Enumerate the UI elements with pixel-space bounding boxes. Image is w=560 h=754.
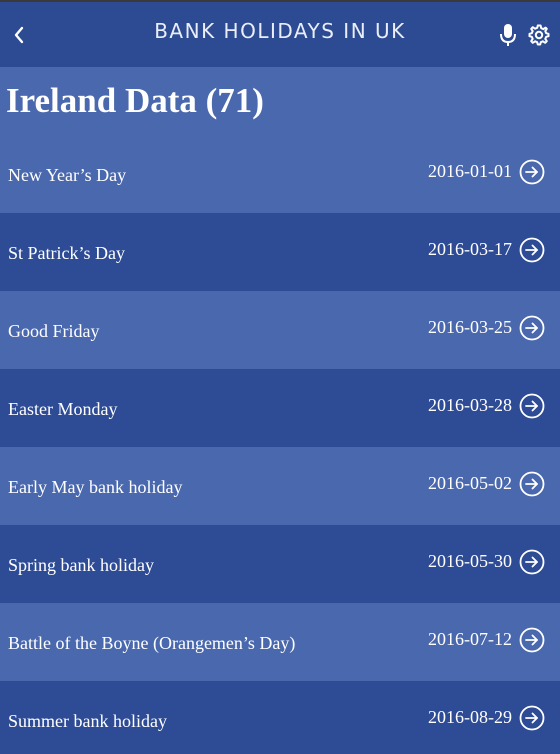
holiday-date: 2016-05-02 xyxy=(428,473,512,493)
app-title: BANK HOLIDAYS IN UK xyxy=(154,19,406,43)
arrow-right-circle-icon[interactable] xyxy=(519,549,545,575)
holiday-row[interactable]: Battle of the Boyne (Orangemen’s Day) 20… xyxy=(0,603,560,681)
arrow-right-circle-icon[interactable] xyxy=(519,471,545,497)
holiday-name: Easter Monday xyxy=(8,399,118,419)
holiday-row[interactable]: St Patrick’s Day 2016-03-17 xyxy=(0,213,560,291)
page-header: Ireland Data (71) xyxy=(0,67,560,135)
holiday-date: 2016-07-12 xyxy=(428,629,512,649)
holiday-name: New Year’s Day xyxy=(8,165,127,185)
gear-icon xyxy=(528,24,550,46)
voice-search-button[interactable] xyxy=(498,22,518,48)
holiday-row[interactable]: Good Friday 2016-03-25 xyxy=(0,291,560,369)
arrow-right-circle-icon[interactable] xyxy=(519,237,545,263)
holiday-date: 2016-05-30 xyxy=(428,551,512,571)
holiday-row[interactable]: New Year’s Day 2016-01-01 xyxy=(0,135,560,213)
arrow-right-circle-icon[interactable] xyxy=(519,159,545,185)
holiday-name: Early May bank holiday xyxy=(8,477,183,497)
page-title: Ireland Data (71) xyxy=(6,81,264,120)
holiday-name: Summer bank holiday xyxy=(8,711,167,731)
holiday-date: 2016-03-28 xyxy=(428,395,512,415)
holiday-list: New Year’s Day 2016-01-01 St Patrick’s D… xyxy=(0,135,560,754)
holiday-name: St Patrick’s Day xyxy=(8,243,125,263)
holiday-date: 2016-08-29 xyxy=(428,707,512,727)
holiday-row[interactable]: Summer bank holiday 2016-08-29 xyxy=(0,681,560,754)
holiday-name: Battle of the Boyne (Orangemen’s Day) xyxy=(8,633,296,653)
holiday-row[interactable]: Easter Monday 2016-03-28 xyxy=(0,369,560,447)
holiday-row[interactable]: Spring bank holiday 2016-05-30 xyxy=(0,525,560,603)
holiday-date: 2016-03-25 xyxy=(428,317,512,337)
arrow-right-circle-icon[interactable] xyxy=(519,705,545,731)
arrow-right-circle-icon[interactable] xyxy=(519,393,545,419)
microphone-icon xyxy=(500,24,516,46)
arrow-right-circle-icon[interactable] xyxy=(519,315,545,341)
holiday-date: 2016-01-01 xyxy=(428,161,512,181)
holiday-name: Spring bank holiday xyxy=(8,555,154,575)
settings-button[interactable] xyxy=(527,23,551,47)
holiday-date: 2016-03-17 xyxy=(428,239,512,259)
arrow-right-circle-icon[interactable] xyxy=(519,627,545,653)
holiday-row[interactable]: Early May bank holiday 2016-05-02 xyxy=(0,447,560,525)
holiday-name: Good Friday xyxy=(8,321,100,341)
top-app-bar: BANK HOLIDAYS IN UK xyxy=(0,0,560,67)
